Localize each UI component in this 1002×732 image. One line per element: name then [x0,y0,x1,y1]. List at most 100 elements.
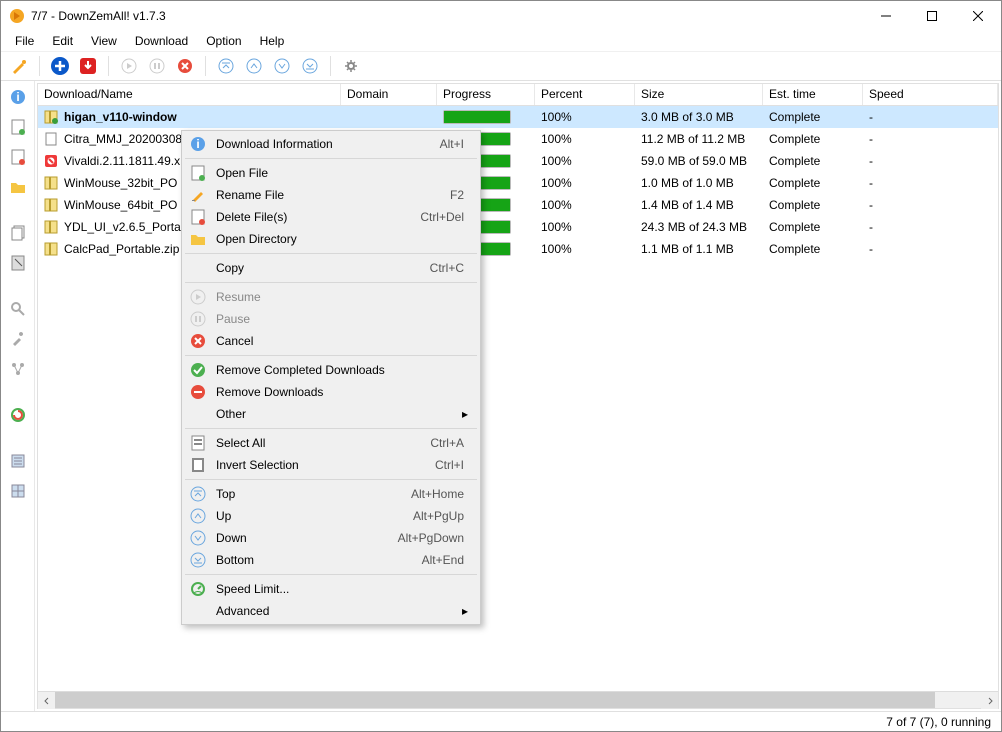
col-domain[interactable]: Domain [341,84,437,105]
menu-item[interactable]: Remove Downloads [184,381,478,403]
bottom-icon [188,550,208,570]
play-button[interactable] [117,54,141,78]
menu-separator [185,355,477,356]
menu-item[interactable]: Rename FileF2 [184,184,478,206]
separator [330,56,331,76]
cancel-button[interactable] [173,54,197,78]
svg-text:i: i [196,137,199,151]
menu-item[interactable]: DownAlt+PgDown [184,527,478,549]
menu-item[interactable]: Delete File(s)Ctrl+Del [184,206,478,228]
download-button[interactable] [76,54,100,78]
menu-label: Open Directory [216,232,478,246]
menu-item[interactable]: TopAlt+Home [184,483,478,505]
menu-option[interactable]: Option [198,32,249,50]
menu-item[interactable]: CopyCtrl+C [184,257,478,279]
close-button[interactable] [955,1,1001,31]
menu-shortcut: Alt+I [440,137,478,151]
file-icon [44,176,58,190]
menu-label: Advanced [216,604,478,618]
menu-item[interactable]: Select AllCtrl+A [184,432,478,454]
menu-label: Pause [216,312,478,326]
sidebar-copy-icon[interactable] [8,223,28,243]
file-name: Vivaldi.2.11.1811.49.x [64,154,180,168]
menu-item[interactable]: Open Directory [184,228,478,250]
menu-label: Remove Downloads [216,385,478,399]
file-name: YDL_UI_v2.6.5_Portab [64,220,187,234]
add-button[interactable] [48,54,72,78]
titlebar: 7/7 - DownZemAll! v1.7.3 [1,1,1001,31]
menu-download[interactable]: Download [127,32,196,50]
horizontal-scrollbar[interactable] [38,691,998,708]
est-cell: Complete [763,194,863,216]
play-icon [188,287,208,307]
est-cell: Complete [763,238,863,260]
menubar: File Edit View Download Option Help [1,31,1001,51]
menu-label: Select All [216,436,430,450]
sidebar-tools-icon[interactable] [8,329,28,349]
settings-button[interactable] [339,54,363,78]
est-cell: Complete [763,172,863,194]
col-progress[interactable]: Progress [437,84,535,105]
menu-label: Up [216,509,413,523]
file-name: WinMouse_64bit_PO [64,198,177,212]
sidebar-info-icon[interactable]: i [8,87,28,107]
table-row[interactable]: higan_v110-window100%3.0 MB of 3.0 MBCom… [38,106,998,128]
up-icon [188,506,208,526]
scroll-left-arrow[interactable] [38,692,55,709]
submenu-arrow-icon: ▸ [462,604,468,618]
menu-file[interactable]: File [7,32,42,50]
pause-button[interactable] [145,54,169,78]
sidebar: i [1,81,35,711]
sidebar-grid-icon[interactable] [8,481,28,501]
menu-item[interactable]: Remove Completed Downloads [184,359,478,381]
minimize-button[interactable] [863,1,909,31]
menu-separator [185,428,477,429]
menu-item: Pause [184,308,478,330]
menu-shortcut: Alt+PgUp [413,509,478,523]
col-percent[interactable]: Percent [535,84,635,105]
menu-separator [185,574,477,575]
menu-edit[interactable]: Edit [44,32,81,50]
sidebar-list-icon[interactable] [8,451,28,471]
menu-item[interactable]: Speed Limit... [184,578,478,600]
sidebar-delete-icon[interactable] [8,147,28,167]
down-button[interactable] [270,54,294,78]
percent-cell: 100% [535,128,635,150]
separator [39,56,40,76]
menu-item[interactable]: Invert SelectionCtrl+I [184,454,478,476]
menu-label: Resume [216,290,478,304]
down-icon [188,528,208,548]
menu-view[interactable]: View [83,32,125,50]
bottom-button[interactable] [298,54,322,78]
scroll-right-arrow[interactable] [981,692,998,709]
col-est[interactable]: Est. time [763,84,863,105]
menu-help[interactable]: Help [252,32,293,50]
top-button[interactable] [214,54,238,78]
col-name[interactable]: Download/Name [38,84,341,105]
menu-item[interactable]: Advanced▸ [184,600,478,622]
up-button[interactable] [242,54,266,78]
scroll-thumb[interactable] [55,692,935,708]
menu-item[interactable]: UpAlt+PgUp [184,505,478,527]
scroll-track[interactable] [55,692,981,708]
speed-cell: - [863,150,998,172]
sidebar-update-icon[interactable] [8,405,28,425]
sidebar-paste-icon[interactable] [8,253,28,273]
wizard-button[interactable] [7,54,31,78]
sidebar-file-icon[interactable] [8,117,28,137]
menu-item[interactable]: BottomAlt+End [184,549,478,571]
maximize-button[interactable] [909,1,955,31]
sidebar-search-icon[interactable] [8,299,28,319]
sidebar-share-icon[interactable] [8,359,28,379]
col-size[interactable]: Size [635,84,763,105]
col-speed[interactable]: Speed [863,84,998,105]
menu-item[interactable]: Other▸ [184,403,478,425]
sidebar-folder-icon[interactable] [8,177,28,197]
menu-item[interactable]: Cancel [184,330,478,352]
menu-label: Copy [216,261,430,275]
app-icon [9,8,25,24]
status-text: 7 of 7 (7), 0 running [886,715,991,729]
menu-item[interactable]: iDownload InformationAlt+I [184,133,478,155]
menu-item[interactable]: Open File [184,162,478,184]
file-name: WinMouse_32bit_PO [64,176,177,190]
